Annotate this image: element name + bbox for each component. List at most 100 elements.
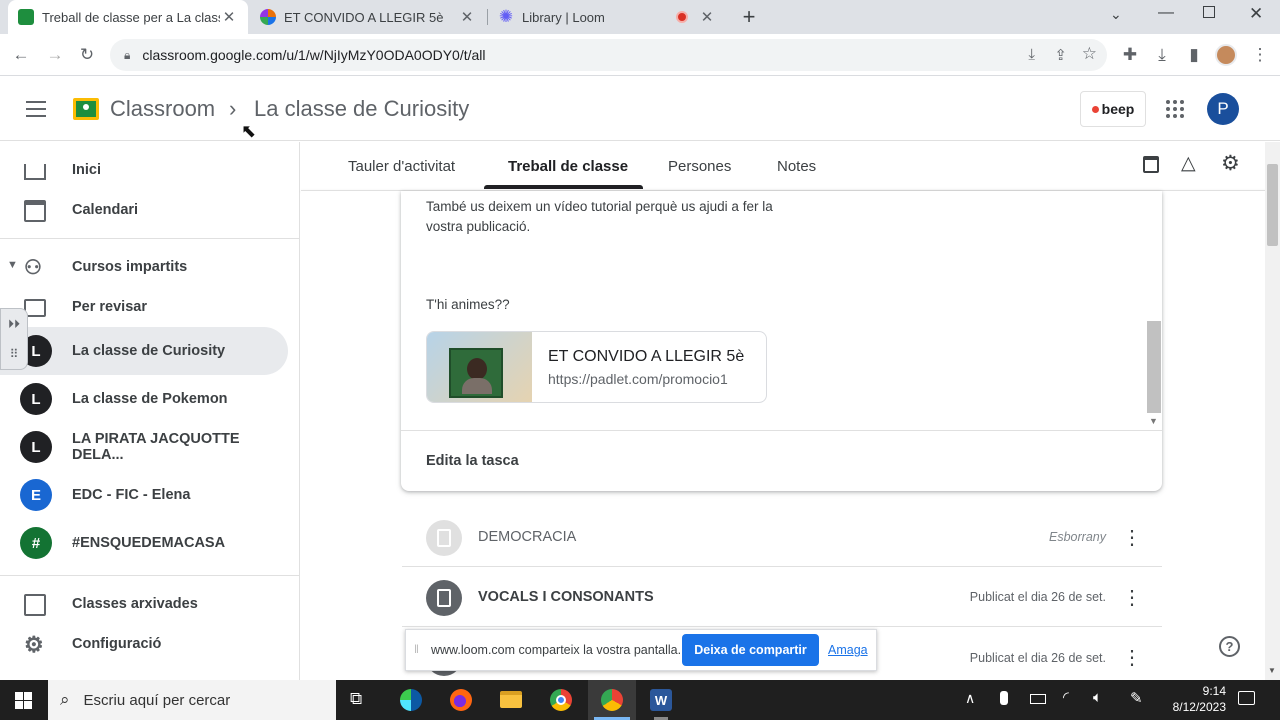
task-row[interactable]: VOCALS I CONSONANTS Publicat el dia 26 d… [402, 567, 1162, 627]
page-scrollbar[interactable]: ▼ [1265, 142, 1280, 680]
chrome-icon[interactable] [550, 689, 572, 711]
close-tab-icon[interactable]: ✕ [220, 8, 238, 26]
sidebar-item-course[interactable]: L La classe de Curiosity [0, 327, 288, 375]
browser-tab-classroom[interactable]: Treball de classe per a La classe de Cur… [8, 0, 248, 34]
close-window-icon[interactable]: ✕ [1249, 4, 1263, 24]
expand-icon[interactable]: ⏵⏵ [8, 317, 20, 332]
minimize-window-icon[interactable]: — [1158, 4, 1174, 22]
assignment-icon [426, 580, 462, 616]
reload-icon[interactable]: ↻ [74, 42, 100, 68]
close-tab-icon[interactable]: ✕ [698, 8, 716, 26]
sidebar-item-label: #ENSQUEDEMACASA [72, 535, 226, 551]
profile-avatar[interactable] [1215, 44, 1237, 66]
stop-sharing-button[interactable]: Deixa de compartir [682, 634, 819, 666]
attachment-card[interactable]: ET CONVIDO A LLEGIR 5è https://padlet.co… [426, 331, 767, 403]
extensions-icon[interactable]: ✚ [1117, 42, 1143, 68]
edge-icon[interactable] [400, 689, 422, 711]
back-icon[interactable]: ← [8, 42, 34, 68]
downloads-icon[interactable]: ⤓ [1149, 42, 1175, 68]
browser-tab-bar: Treball de classe per a La classe de Cur… [0, 0, 1280, 34]
browser-menu-icon[interactable]: ⋮ [1247, 42, 1273, 68]
volume-icon[interactable]: 🔈︎ [1093, 689, 1102, 706]
app-title[interactable]: Classroom [110, 96, 215, 122]
edit-task-link[interactable]: Edita la tasca [426, 453, 519, 469]
sidebar-item-calendar[interactable]: Calendari [0, 186, 288, 234]
sidebar-item-label: Classes arxivades [72, 596, 198, 612]
notifications-icon[interactable] [1238, 691, 1255, 705]
show-hidden-icons[interactable]: ∧ [965, 690, 975, 707]
people-icon: ⚇ [24, 257, 42, 279]
new-tab-icon[interactable]: + [737, 4, 761, 30]
collapse-arrow-icon[interactable]: ▼ [7, 259, 18, 271]
drag-handle-icon[interactable]: ⠿ [10, 347, 19, 361]
drive-folder-icon[interactable]: △ [1181, 152, 1196, 175]
chrome-profile-taskbar-button[interactable] [588, 680, 636, 720]
scrollbar-thumb[interactable] [1267, 164, 1278, 246]
loom-favicon-icon: ✺ [498, 7, 514, 26]
tab-grades[interactable]: Notes [777, 142, 816, 190]
sidebar-item-to-review[interactable]: Per revisar [0, 283, 288, 331]
main-menu-icon[interactable] [26, 101, 46, 117]
beep-extension-button[interactable]: beep [1080, 91, 1146, 127]
assignment-icon [426, 520, 462, 556]
close-tab-icon[interactable]: ✕ [458, 8, 476, 26]
home-icon [24, 164, 46, 180]
card-scrollbar[interactable]: ▼ [1147, 191, 1161, 429]
url-text: classroom.google.com/u/1/w/NjIyMzY0ODA0O… [142, 47, 486, 63]
course-avatar: L [20, 383, 52, 415]
more-options-icon[interactable]: ⋮ [1122, 645, 1142, 670]
tab-classwork[interactable]: Treball de classe [508, 142, 628, 190]
task-title: DEMOCRACIA [478, 529, 577, 545]
sidebar-item-label: Per revisar [72, 299, 147, 315]
install-app-icon[interactable]: ⤓ [1028, 46, 1035, 63]
forward-icon[interactable]: → [42, 42, 68, 68]
side-panel-icon[interactable]: ▮ [1181, 42, 1207, 68]
task-view-icon[interactable]: ⧉ [350, 689, 362, 709]
scroll-down-icon[interactable]: ▼ [1149, 416, 1158, 426]
sidebar-item-course[interactable]: L LA PIRATA JACQUOTTE DELA... [0, 423, 288, 471]
battery-icon[interactable] [1030, 694, 1046, 704]
restore-window-icon[interactable] [1203, 6, 1215, 18]
help-icon[interactable]: ? [1219, 636, 1240, 657]
loom-side-widget[interactable]: ⏵⏵ ⠿ [0, 308, 28, 370]
clock[interactable]: 9:14 8/12/2023 [1160, 683, 1226, 715]
browser-tab-padlet[interactable]: ET CONVIDO A LLEGIR 5è ✕ [250, 0, 486, 34]
card-divider [401, 430, 1162, 431]
sidebar-item-course[interactable]: # #ENSQUEDEMACASA [0, 519, 288, 567]
address-bar[interactable]: 🔒︎ classroom.google.com/u/1/w/NjIyMzY0OD… [110, 39, 1107, 71]
google-apps-icon[interactable] [1166, 100, 1184, 118]
wifi-icon[interactable]: ◜ [1063, 688, 1069, 706]
course-avatar: # [20, 527, 52, 559]
sidebar-item-course[interactable]: L La classe de Pokemon [0, 375, 288, 423]
scrollbar-thumb[interactable] [1147, 321, 1161, 413]
tab-search-icon[interactable]: ⌄ [1110, 6, 1122, 23]
hide-link[interactable]: Amaga [828, 643, 868, 657]
task-row[interactable]: DEMOCRACIA Esborrany ⋮ [402, 507, 1162, 567]
word-icon[interactable]: W [650, 689, 672, 711]
windows-start-icon[interactable] [15, 692, 32, 709]
sidebar-item-course[interactable]: E EDC - FIC - Elena [0, 471, 288, 519]
browser-tab-loom[interactable]: ✺ Library | Loom ✕ [488, 0, 726, 34]
share-icon[interactable]: ⇪ [1054, 46, 1067, 64]
tab-people[interactable]: Persones [668, 142, 731, 190]
microphone-icon[interactable] [1000, 691, 1008, 705]
calendar-icon[interactable] [1143, 156, 1159, 173]
account-avatar[interactable]: P [1207, 93, 1239, 125]
more-options-icon[interactable]: ⋮ [1122, 585, 1142, 610]
mouse-cursor-icon: ⬉ [241, 121, 257, 141]
scroll-down-icon[interactable]: ▼ [1268, 666, 1276, 675]
drag-handle-icon[interactable]: ‖ [414, 642, 419, 656]
class-settings-icon[interactable]: ⚙ [1221, 151, 1240, 176]
more-options-icon[interactable]: ⋮ [1122, 525, 1142, 550]
assignment-text-line: També us deixem un vídeo tutorial perquè… [426, 199, 773, 214]
taskbar-search-box[interactable]: ⌕ Escriu aquí per cercar [48, 680, 336, 720]
task-title: VOCALS I CONSONANTS [478, 589, 654, 605]
firefox-icon[interactable] [450, 689, 472, 711]
pen-icon[interactable]: ✎ [1130, 689, 1143, 707]
sidebar-item-label: EDC - FIC - Elena [72, 487, 191, 503]
chrome-icon [601, 689, 623, 711]
tab-stream[interactable]: Tauler d'activitat [348, 142, 455, 190]
sidebar-item-settings[interactable]: ⚙ Configuració [0, 620, 288, 668]
bookmark-star-icon[interactable]: ☆ [1082, 44, 1097, 64]
file-explorer-icon[interactable] [500, 691, 522, 708]
